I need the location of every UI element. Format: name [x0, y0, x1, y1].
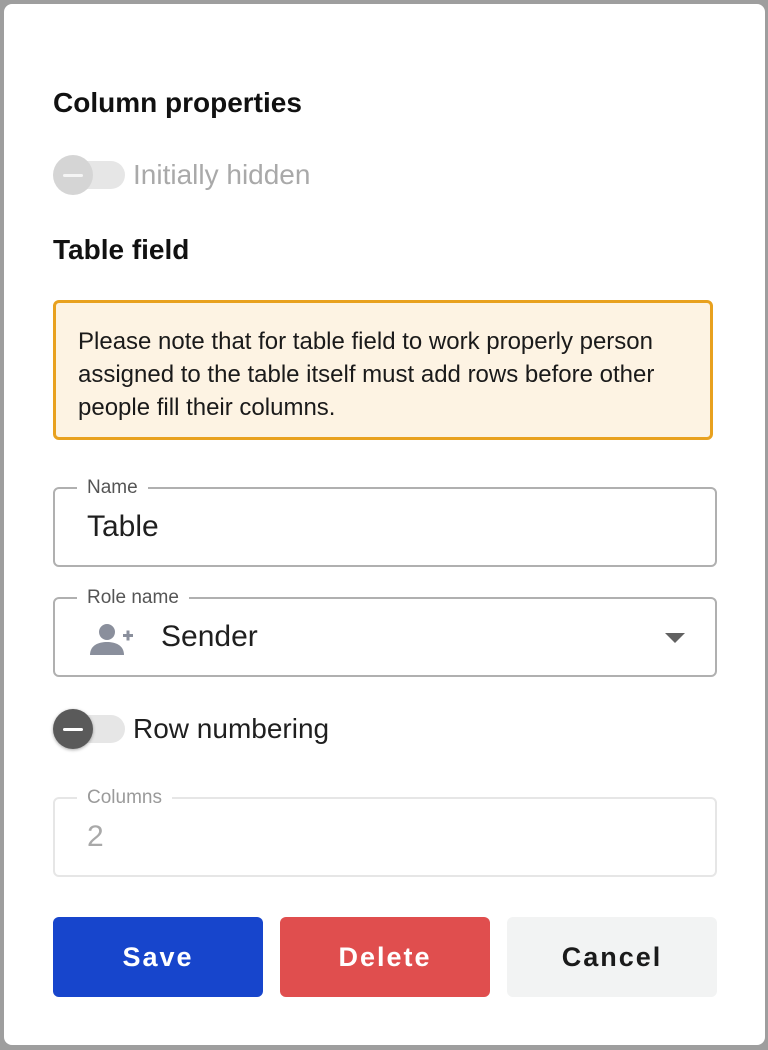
column-properties-title: Column properties	[53, 87, 302, 118]
columns-field: Columns 2	[53, 787, 717, 877]
chevron-down-icon[interactable]	[665, 633, 685, 643]
table-field-note: Please note that for table field to work…	[53, 300, 713, 440]
name-field-value[interactable]: Table	[87, 489, 159, 565]
delete-button[interactable]: Delete	[280, 917, 490, 997]
role-name-value: Sender	[161, 620, 258, 653]
initially-hidden-toggle[interactable]	[53, 155, 125, 195]
row-numbering-row: Row numbering	[53, 709, 329, 749]
person-add-icon	[90, 624, 133, 655]
toggle-off-icon	[53, 709, 93, 749]
save-button[interactable]: Save	[53, 917, 263, 997]
initially-hidden-row: Initially hidden	[53, 155, 310, 195]
cancel-button[interactable]: Cancel	[507, 917, 717, 997]
row-numbering-label: Row numbering	[133, 713, 330, 744]
table-field-title: Table field	[53, 234, 190, 265]
column-properties-dialog: Column properties Initially hidden Table…	[4, 4, 765, 1045]
name-field[interactable]: Name Table	[53, 477, 717, 567]
initially-hidden-label: Initially hidden	[133, 159, 311, 190]
role-name-select[interactable]: Role name Sender	[53, 587, 717, 677]
columns-field-value: 2	[87, 820, 104, 853]
row-numbering-toggle[interactable]	[53, 709, 125, 749]
toggle-off-icon	[53, 155, 93, 195]
